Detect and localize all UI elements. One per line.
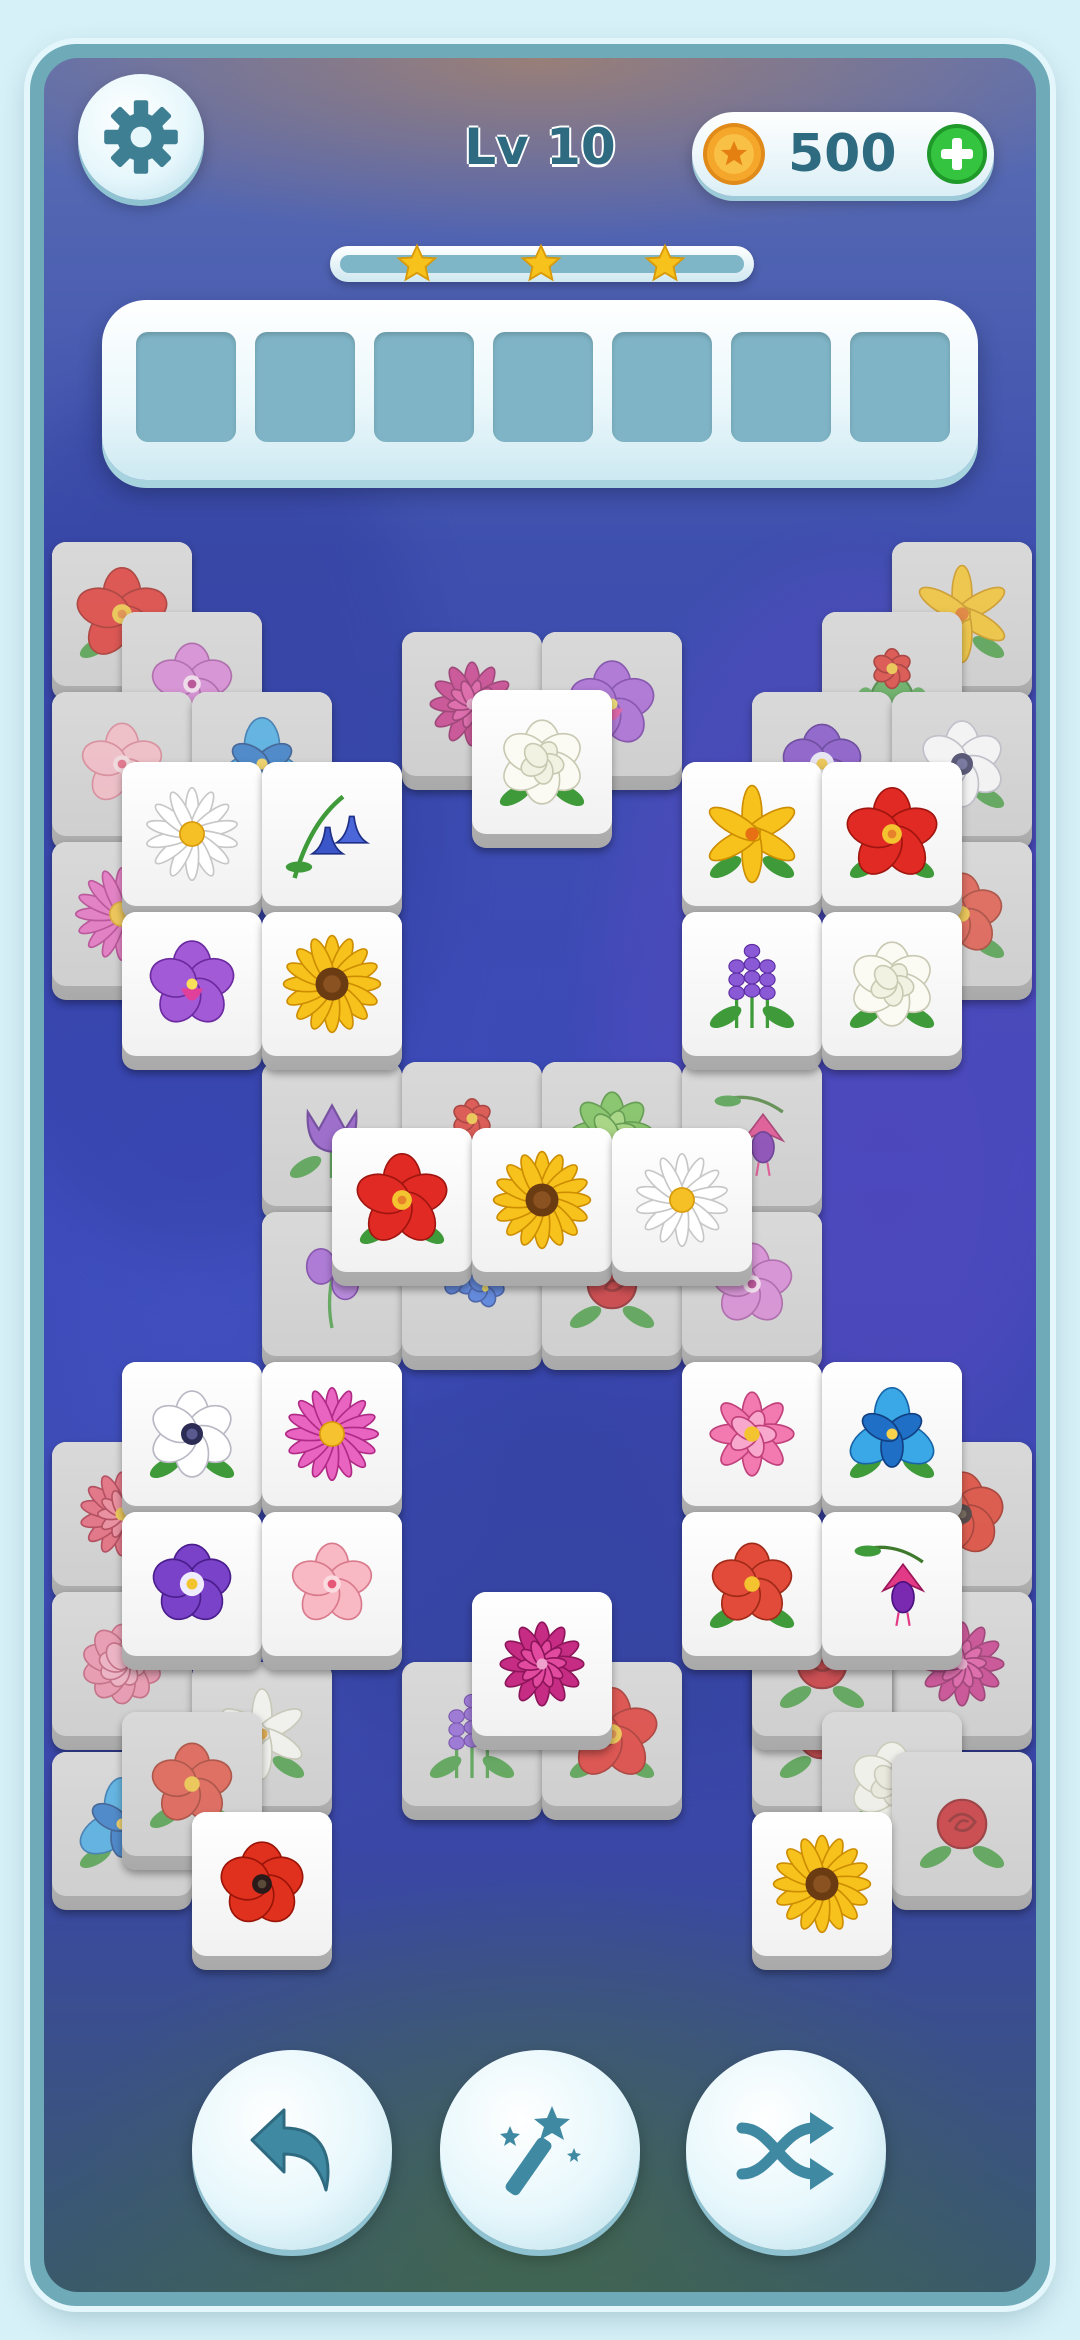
tile-slot <box>374 332 474 442</box>
undo-arrow-icon <box>250 2108 330 2192</box>
star-icon <box>396 243 438 282</box>
tile-face <box>822 1362 962 1506</box>
flower-tile-white-anemone[interactable] <box>122 1362 262 1520</box>
tile-face <box>472 1592 612 1736</box>
pink-gerbera-icon <box>284 1386 380 1482</box>
red-hibiscus-icon <box>356 1152 448 1245</box>
tile-face <box>612 1128 752 1272</box>
flower-tile-purple-orchid[interactable] <box>122 912 262 1070</box>
flower-tile-white-daisy[interactable] <box>612 1128 752 1286</box>
red-rose-icon <box>919 1798 1005 1869</box>
flower-tile-red-poppy[interactable] <box>192 1812 332 1970</box>
tile-slot <box>731 332 831 442</box>
blue-iris-icon <box>849 1386 935 1479</box>
tile-slot-tray <box>102 300 978 480</box>
tile-face <box>822 1512 962 1656</box>
tile-face <box>472 690 612 834</box>
coin-amount: 500 <box>788 124 897 184</box>
sunflower-icon <box>492 1150 592 1250</box>
settings-button[interactable] <box>78 74 204 200</box>
lavender-icon <box>709 943 795 1029</box>
gear-icon <box>104 100 178 174</box>
magenta-dahlia-icon <box>499 1621 585 1707</box>
tile-face <box>682 1512 822 1656</box>
flower-tile-blue-iris[interactable] <box>822 1362 962 1520</box>
flower-tile-sunflower[interactable] <box>752 1812 892 1970</box>
white-daisy-icon <box>146 786 238 882</box>
tile-face <box>122 762 262 906</box>
tile-face <box>472 1128 612 1272</box>
red-hibiscus-icon <box>846 786 938 879</box>
yellow-lily-icon <box>708 784 796 884</box>
add-coins-button[interactable] <box>926 123 988 185</box>
level-label: Lv 10 <box>464 118 616 176</box>
flower-tile-yellow-lily[interactable] <box>682 762 822 920</box>
red-poppy-icon <box>220 1841 304 1923</box>
flower-tile-pink-lotus[interactable] <box>682 1362 822 1520</box>
purple-orchid-icon <box>149 940 235 1023</box>
sunflower-icon <box>772 1834 872 1934</box>
shuffle-button[interactable] <box>686 2050 886 2250</box>
undo-button[interactable] <box>192 2050 392 2250</box>
flower-tile-lavender[interactable] <box>682 912 822 1070</box>
magic-wand-button[interactable] <box>440 2050 640 2250</box>
flower-tile-sunflower[interactable] <box>472 1128 612 1286</box>
tile-face <box>192 1812 332 1956</box>
flower-tile-pink-cherry-blossom[interactable] <box>262 1512 402 1670</box>
tile-face <box>262 762 402 906</box>
sunflower-icon <box>282 934 382 1034</box>
white-gardenia-icon <box>849 941 935 1029</box>
tile-face <box>892 1752 1032 1896</box>
flower-tile-magenta-dahlia[interactable] <box>472 1592 612 1750</box>
tile-face <box>262 1362 402 1506</box>
white-daisy-icon <box>636 1152 728 1248</box>
tile-face <box>682 762 822 906</box>
tile-face <box>752 1812 892 1956</box>
flower-tile-red-hibiscus[interactable] <box>332 1128 472 1286</box>
flower-tile-white-gardenia[interactable] <box>472 690 612 848</box>
flower-tile-white-gardenia[interactable] <box>822 912 962 1070</box>
tile-face <box>332 1128 472 1272</box>
star-icon <box>644 243 686 282</box>
flower-tile-pink-gerbera[interactable] <box>262 1362 402 1520</box>
coin-counter: 500 <box>692 112 994 196</box>
flower-tile-sunflower[interactable] <box>262 912 402 1070</box>
star-icon <box>520 243 562 282</box>
flower-tile-red-begonia[interactable] <box>682 1512 822 1670</box>
tile-face <box>822 762 962 906</box>
pink-cherry-blossom-icon <box>291 1542 373 1621</box>
bluebell-icon <box>285 794 371 879</box>
tile-face <box>682 912 822 1056</box>
flower-tile-red-hibiscus[interactable] <box>822 762 962 920</box>
flower-tile-white-daisy[interactable] <box>122 762 262 920</box>
tile-face <box>122 1512 262 1656</box>
flower-tile-fuchsia[interactable] <box>822 1512 962 1670</box>
tile-face <box>262 1512 402 1656</box>
tile-face <box>122 1362 262 1506</box>
tile-face <box>822 912 962 1056</box>
flower-tile-red-rose <box>892 1752 1032 1910</box>
tile-slot <box>493 332 593 442</box>
tile-face <box>682 1362 822 1506</box>
fuchsia-icon <box>854 1545 926 1626</box>
flower-tile-purple-pansy[interactable] <box>122 1512 262 1670</box>
purple-pansy-icon <box>152 1543 232 1621</box>
pink-lotus-icon <box>709 1391 795 1477</box>
tile-slot <box>850 332 950 442</box>
magic-wand-icon <box>500 2106 581 2196</box>
tile-slot <box>612 332 712 442</box>
flower-tile-bluebell[interactable] <box>262 762 402 920</box>
white-gardenia-icon <box>499 719 585 807</box>
coin-icon <box>703 123 765 185</box>
red-begonia-icon <box>709 1542 795 1629</box>
tile-face <box>122 912 262 1056</box>
tile-slot <box>136 332 236 442</box>
tile-slot <box>255 332 355 442</box>
white-anemone-icon <box>149 1390 235 1479</box>
shuffle-icon <box>736 2112 834 2190</box>
tile-face <box>262 912 402 1056</box>
